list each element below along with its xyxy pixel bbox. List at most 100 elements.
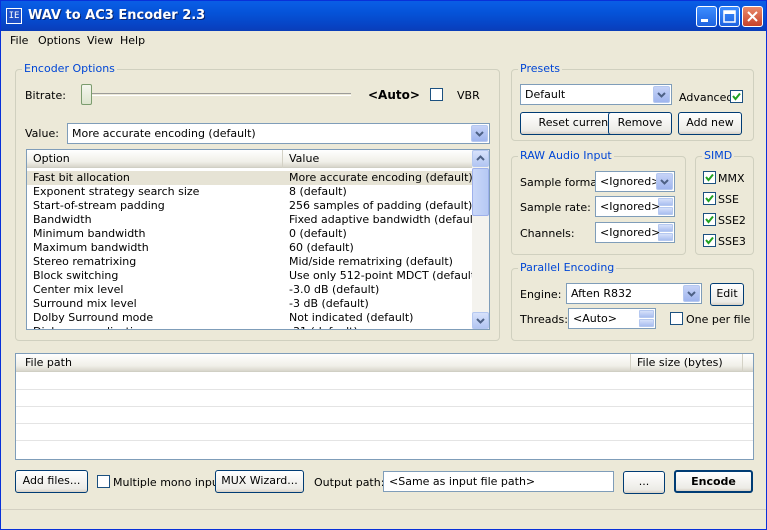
status-bar [1,509,766,529]
engine-label: Engine: [520,288,562,301]
simd-sse2-checkbox[interactable] [703,213,716,226]
value-dropdown[interactable]: More accurate encoding (default) [67,123,490,144]
check-icon [705,236,714,245]
check-icon [705,215,714,224]
scroll-up-button[interactable] [472,150,489,167]
bitrate-slider-thumb[interactable] [81,84,92,105]
check-icon [732,92,741,101]
option-name-cell: Exponent strategy search size [33,185,200,198]
bitrate-value: <Auto> [368,88,420,102]
simd-sse2-label: SSE2 [718,214,746,227]
scroll-down-button[interactable] [472,312,489,329]
table-row[interactable]: Block switching Use only 512-point MDCT (… [27,269,473,283]
table-row[interactable]: Dolby Surround mode Not indicated (defaul… [27,311,473,325]
minimize-button[interactable] [696,6,717,27]
option-value-cell: -3 dB (default) [289,297,369,310]
mux-wizard-button[interactable]: MUX Wizard... [215,470,304,493]
table-row[interactable]: Fast bit allocation More accurate encodin… [27,171,473,185]
engine-dropdown[interactable]: Aften R832 [566,283,702,304]
chevron-down-icon[interactable] [656,173,673,190]
vbr-checkbox[interactable] [430,88,443,101]
chevron-down-icon[interactable] [471,125,488,142]
option-value-cell: More accurate encoding (default) [289,171,473,184]
engine-dropdown-text: Aften R832 [571,287,632,300]
spin-down-button[interactable] [639,319,654,327]
chevron-down-icon[interactable] [683,285,700,302]
sample-format-text: <Ignored> [600,175,661,188]
threads-spinner[interactable]: <Auto> [568,308,656,329]
table-row[interactable]: Surround mix level -3 dB (default) [27,297,473,311]
sample-rate-spinner[interactable]: <Ignored> [595,196,675,217]
option-name-cell: Surround mix level [33,297,137,310]
value-label: Value: [25,127,59,140]
sample-rate-label: Sample rate: [520,201,591,214]
option-name-cell: Maximum bandwidth [33,241,149,254]
presets-dropdown[interactable]: Default [520,84,672,105]
table-row[interactable]: Start-of-stream padding 256 samples of pa… [27,199,473,213]
table-row[interactable]: Exponent strategy search size 8 (default) [27,185,473,199]
spin-up-button[interactable] [658,224,673,232]
menu-options[interactable]: Options [38,34,80,47]
output-path-field[interactable]: <Same as input file path> [383,471,614,492]
threads-text: <Auto> [573,312,617,325]
table-row[interactable]: Dialog normalization-31 (default) [27,325,473,329]
spin-down-button[interactable] [658,233,673,241]
simd-sse3-checkbox[interactable] [703,234,716,247]
column-header-option[interactable]: Option [27,150,283,168]
advanced-checkbox[interactable] [730,90,743,103]
multiple-mono-label: Multiple mono input [113,476,224,489]
bitrate-slider-track[interactable] [83,93,351,96]
chevron-down-icon[interactable] [653,86,670,103]
browse-button[interactable]: ... [623,471,665,494]
value-dropdown-text: More accurate encoding (default) [72,127,256,140]
scroll-thumb[interactable] [472,168,489,216]
spin-down-button[interactable] [658,207,673,215]
simd-sse3-label: SSE3 [718,235,746,248]
add-files-button[interactable]: Add files... [15,470,88,493]
option-value-cell: Use only 512-point MDCT (default) [289,269,473,282]
menu-file[interactable]: File [10,34,28,47]
column-header-file-size[interactable]: File size (bytes) [631,354,743,372]
column-header-file-path[interactable]: File path [16,354,631,372]
table-row[interactable]: Bandwidth Fixed adaptive bandwidth (defau… [27,213,473,227]
close-icon [747,11,758,22]
menu-help[interactable]: Help [120,34,145,47]
simd-label: SIMD [702,149,735,162]
edit-engine-button[interactable]: Edit [710,283,744,306]
column-header-value[interactable]: Value [283,150,473,168]
advanced-label: Advanced [679,91,734,104]
remove-button[interactable]: Remove [608,112,672,135]
add-new-button[interactable]: Add new [678,112,742,135]
spin-up-button[interactable] [658,198,673,206]
presets-label: Presets [518,62,563,75]
multiple-mono-checkbox[interactable] [97,475,110,488]
simd-mmx-checkbox[interactable] [703,171,716,184]
one-per-file-checkbox[interactable] [670,312,683,325]
maximize-icon [723,10,736,23]
channels-spinner[interactable]: <Ignored> [595,222,675,243]
grid-line [16,389,753,390]
sample-format-dropdown[interactable]: <Ignored> [595,171,675,192]
check-icon [705,194,714,203]
option-value-cell: -31 (default) [283,325,473,329]
channels-label: Channels: [520,227,575,240]
option-value-cell: 0 (default) [289,227,347,240]
table-row[interactable]: Minimum bandwidth 0 (default) [27,227,473,241]
spin-up-button[interactable] [639,310,654,318]
title-bar[interactable]: IE WAV to AC3 Encoder 2.3 [1,1,766,31]
close-button[interactable] [742,6,763,27]
simd-sse-checkbox[interactable] [703,192,716,205]
sample-rate-text: <Ignored> [600,200,661,213]
options-scrollbar[interactable] [472,150,489,329]
table-row[interactable]: Stereo rematrixing Mid/side rematrixing (… [27,255,473,269]
menu-view[interactable]: View [87,34,113,47]
option-value-cell: 60 (default) [289,241,354,254]
option-value-cell: Not indicated (default) [289,311,414,324]
option-value-cell: -3.0 dB (default) [289,283,380,296]
file-list[interactable]: File path File size (bytes) [15,353,754,460]
maximize-button[interactable] [719,6,740,27]
table-row[interactable]: Center mix level -3.0 dB (default) [27,283,473,297]
minimize-icon [701,19,708,22]
encode-button[interactable]: Encode [674,470,753,493]
table-row[interactable]: Maximum bandwidth 60 (default) [27,241,473,255]
